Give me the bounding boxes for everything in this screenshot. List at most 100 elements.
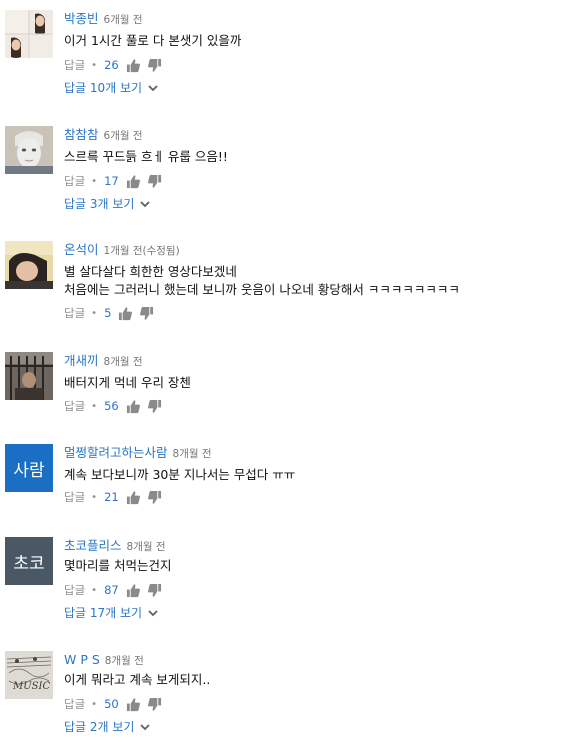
author-name[interactable]: 개새끼 [64,353,99,368]
reply-button[interactable]: 답글 [64,398,85,414]
separator-dot: • [91,400,98,412]
avatar[interactable] [5,10,53,58]
reply-button[interactable]: 답글 [64,489,85,505]
reply-button[interactable]: 답글 [64,57,85,73]
thumbs-down-icon[interactable] [139,306,154,321]
avatar[interactable] [5,126,53,174]
comment-text: 몇마리를 처먹는건지 [64,557,171,575]
comment-line: 별 살다살다 희한한 영상다보겠네 [64,264,237,279]
view-replies-link[interactable]: 답글 2개 보기 [64,718,151,735]
comment-actions: 답글 • 21 [64,487,168,507]
view-replies-link[interactable]: 답글 10개 보기 [64,79,158,96]
comment-line: 배터지게 먹네 우리 장첸 [64,375,191,390]
avatar[interactable]: 초코 [5,537,53,585]
chevron-down-icon [148,608,158,618]
avatar[interactable] [5,241,53,289]
thumbs-down-icon[interactable] [147,697,162,712]
separator-dot: • [91,698,98,710]
comment-text: 스르륵 꾸드듥 흐ㅔ 유룹 으음!! [64,148,228,166]
avatar[interactable]: MUSIC [5,651,53,699]
comment-line: 계속 보다보니까 30분 지나서는 무섭다 ㅠㅠ [64,467,296,482]
thumbs-up-icon[interactable] [126,58,141,73]
comment-time[interactable]: 1개월 전(수정됨) [104,245,180,257]
like-count: 17 [104,174,119,188]
thumbs-down-icon[interactable] [147,58,162,73]
comment-header: W P S 8개월 전 [64,651,144,669]
comment-time[interactable]: 6개월 전 [104,130,143,142]
comment-actions: 답글 • 87 [64,580,168,600]
comment-time[interactable]: 8개월 전 [173,448,212,460]
thumbs-up-icon[interactable] [126,399,141,414]
comment-text: 계속 보다보니까 30분 지나서는 무섭다 ㅠㅠ [64,466,295,484]
comment-line: 처음에는 그러러니 했는데 보니까 웃음이 나오네 황당해서 ㅋㅋㅋㅋㅋㅋㅋㅋ [64,282,460,297]
comment-line: 스르륵 꾸드듥 흐ㅔ 유룹 으음!! [64,149,228,164]
comment-time[interactable]: 8개월 전 [104,356,143,368]
avatar-initials-label: 사람 [13,460,45,481]
like-count: 56 [104,399,119,413]
view-replies-label: 답글 3개 보기 [64,197,135,211]
comment-actions: 답글 • 17 [64,171,168,191]
author-name[interactable]: W P S [64,652,100,667]
author-name[interactable]: 박종빈 [64,11,99,26]
comment-header: 멀쩡할려고하는사람 8개월 전 [64,444,212,462]
like-count: 87 [104,583,119,597]
comment-header: 개새끼 8개월 전 [64,352,143,370]
comment-header: 초코플리스 8개월 전 [64,537,166,555]
view-replies-label: 답글 10개 보기 [64,81,143,95]
thumbs-up-icon[interactable] [118,306,133,321]
view-replies-link[interactable]: 답글 17개 보기 [64,604,158,621]
svg-text:MUSIC: MUSIC [12,681,50,692]
avatar-initials: 초코 [5,537,53,585]
comment-time[interactable]: 8개월 전 [105,655,144,667]
thumbs-up-icon[interactable] [126,583,141,598]
author-name[interactable]: 멀쩡할려고하는사람 [64,445,168,460]
chevron-down-icon [140,199,151,209]
comment-text: 이게 뭐라고 계속 보게되지.. [64,671,210,689]
thumbs-down-icon[interactable] [147,583,162,598]
thumbs-down-icon[interactable] [147,399,162,414]
reply-button[interactable]: 답글 [64,696,85,712]
view-replies-label: 답글 2개 보기 [64,720,135,734]
like-count: 21 [104,490,119,504]
comment-time[interactable]: 8개월 전 [127,541,166,553]
separator-dot: • [91,307,98,319]
separator-dot: • [91,175,98,187]
comment-header: 박종빈 6개월 전 [64,10,143,28]
thumbs-down-icon[interactable] [147,174,162,189]
comment-text: 별 살다살다 희한한 영상다보겠네 처음에는 그러러니 했는데 보니까 웃음이 … [64,263,460,299]
like-count: 5 [104,306,112,320]
separator-dot: • [91,491,98,503]
view-replies-link[interactable]: 답글 3개 보기 [64,195,151,212]
author-name[interactable]: 참참참 [64,127,99,142]
author-name[interactable]: 초코플리스 [64,538,122,553]
thumbs-up-icon[interactable] [126,697,141,712]
reply-button[interactable]: 답글 [64,305,85,321]
comment-time[interactable]: 6개월 전 [104,14,143,26]
reply-button[interactable]: 답글 [64,173,85,189]
comment-text: 배터지게 먹네 우리 장첸 [64,374,191,392]
chevron-down-icon [148,83,158,93]
avatar[interactable]: 사람 [5,444,53,492]
separator-dot: • [91,584,98,596]
thumbs-up-icon[interactable] [126,490,141,505]
comment-line: 이게 뭐라고 계속 보게되지.. [64,672,211,687]
separator-dot: • [91,59,98,71]
view-replies-label: 답글 17개 보기 [64,606,143,620]
comment-line: 이거 1시간 풀로 다 본샛기 있을까 [64,33,242,48]
like-count: 50 [104,697,119,711]
reply-button[interactable]: 답글 [64,582,85,598]
avatar[interactable] [5,352,53,400]
avatar-initials: 사람 [5,444,53,492]
avatar-initials-label: 초코 [13,553,45,574]
chevron-down-icon [140,722,151,732]
thumbs-down-icon[interactable] [147,490,162,505]
comment-line: 몇마리를 처먹는건지 [64,558,172,573]
author-name[interactable]: 온석이 [64,242,99,257]
like-count: 26 [104,58,119,72]
comment-header: 온석이 1개월 전(수정됨) [64,241,180,259]
comment-text: 이거 1시간 풀로 다 본샛기 있을까 [64,32,241,50]
comment-header: 참참참 6개월 전 [64,126,143,144]
thumbs-up-icon[interactable] [126,174,141,189]
comment-actions: 답글 • 5 [64,303,160,323]
comment-actions: 답글 • 56 [64,396,168,416]
